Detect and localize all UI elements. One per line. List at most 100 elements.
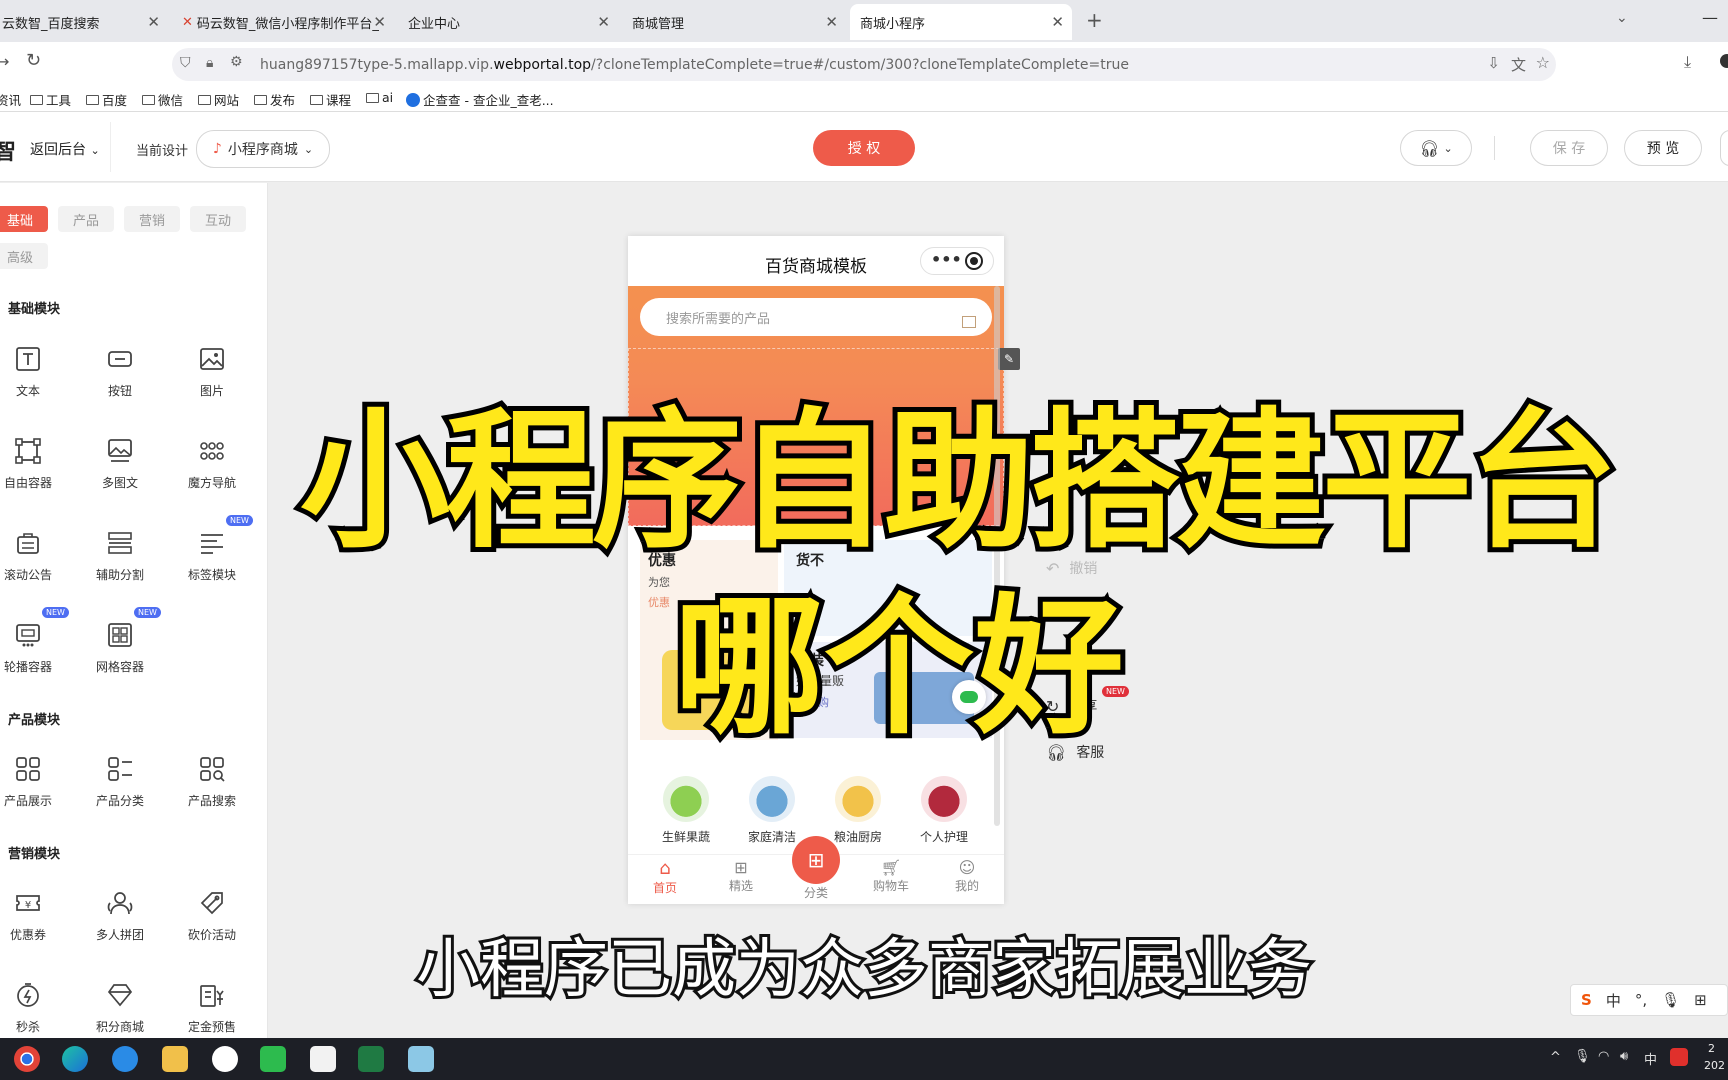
app-icon[interactable] [310, 1046, 336, 1072]
category-item[interactable]: 生鲜果蔬 [646, 776, 726, 845]
browser-tab[interactable]: 企业中心 ✕ [398, 4, 618, 40]
vegetable-icon [663, 776, 709, 822]
close-tab-icon[interactable]: ✕ [373, 13, 386, 31]
bookmark-item[interactable]: 资讯 [0, 90, 21, 109]
wechat-icon[interactable] [260, 1046, 286, 1072]
component-scroll-notice[interactable]: 滚动公告 [0, 529, 68, 583]
address-bar-row: → ↻ ⛉ 🔒︎ ⚙ huang897157type-5.mallapp.vip… [0, 42, 1728, 87]
ime-tray-indicator[interactable]: 中 [1644, 1049, 1657, 1068]
microphone-icon[interactable]: 🎙︎ [1661, 991, 1680, 1009]
component-product-display[interactable]: 产品展示 [0, 755, 68, 809]
customer-service-dropdown[interactable]: 🎧︎ ⌄ [1400, 130, 1472, 166]
more-dots-icon[interactable]: ••• [931, 250, 962, 269]
more-button[interactable] [1720, 130, 1728, 166]
bookmark-folder[interactable]: ai [366, 90, 393, 105]
reload-icon[interactable]: ↻ [26, 50, 41, 71]
url-field[interactable]: ⛉ 🔒︎ ⚙ huang897157type-5.mallapp.vip. web… [172, 48, 1556, 81]
component-product-category[interactable]: 产品分类 [80, 755, 160, 809]
bookmark-folder[interactable]: 微信 [142, 90, 183, 109]
close-tab-icon[interactable]: ✕ [147, 13, 160, 31]
bookmark-folder[interactable]: 工具 [30, 90, 71, 109]
excel-icon[interactable] [358, 1046, 384, 1072]
tab-home[interactable]: ⌂ 首页 [628, 858, 702, 896]
bookmark-folder[interactable]: 百度 [86, 90, 127, 109]
tab-featured[interactable]: ⊞ 精选 [704, 858, 778, 894]
profile-icon[interactable] [1720, 54, 1728, 68]
wifi-icon[interactable]: ◠ [1598, 1049, 1609, 1064]
tab-category[interactable]: 分类 [779, 884, 853, 901]
browser-tab[interactable]: 云数智_百度搜索 ✕ [0, 4, 168, 40]
chevron-down-icon[interactable]: ⌄ [1616, 10, 1628, 26]
ime-toolbar[interactable]: S 中 °, 🎙︎ ⊞ [1570, 984, 1728, 1016]
category-item[interactable]: 粮油厨房 [818, 776, 898, 845]
close-miniprogram-icon[interactable] [965, 252, 983, 270]
forward-icon[interactable]: → [0, 52, 9, 71]
search-input[interactable]: 搜索所需要的产品 [640, 298, 992, 336]
notice-icon [17, 533, 39, 554]
tab-cart[interactable]: 🛒︎ 购物车 [854, 858, 928, 894]
browser-tab[interactable]: 商城管理 ✕ [622, 4, 846, 40]
keyboard-grid-icon[interactable]: ⊞ [1694, 991, 1707, 1009]
tab-marketing[interactable]: 营销 [124, 206, 180, 232]
chrome-icon[interactable] [14, 1046, 40, 1072]
component-magic-nav[interactable]: 魔方导航 [172, 437, 252, 491]
component-text[interactable]: 文本 [0, 345, 68, 399]
authorize-button[interactable]: 授 权 [813, 130, 915, 166]
sogou-browser-icon[interactable] [112, 1046, 138, 1072]
bookmark-folder[interactable]: 课程 [310, 90, 351, 109]
product-grid-icon [16, 757, 40, 781]
component-button[interactable]: 按钮 [80, 345, 160, 399]
browser-tab[interactable]: ✕ 码云数智_微信小程序制作平台_ ✕ [172, 4, 394, 40]
design-select[interactable]: ♪ 小程序商城 ⌄ [196, 130, 330, 168]
volume-icon[interactable]: 🔊︎ [1620, 1049, 1628, 1064]
bookmark-star-icon[interactable]: ☆ [1536, 53, 1550, 72]
punctuation-icon[interactable]: °, [1635, 991, 1647, 1009]
component-multi-image[interactable]: 多图文 [80, 437, 160, 491]
download-icon[interactable]: ⤓ [1684, 52, 1691, 72]
qq-icon[interactable] [212, 1046, 238, 1072]
close-tab-icon[interactable]: ✕ [1051, 13, 1064, 31]
translate-icon[interactable]: 文 [1511, 54, 1526, 75]
install-app-icon[interactable]: ⇩ [1487, 54, 1500, 72]
close-tab-icon[interactable]: ✕ [597, 13, 610, 31]
tray-mic-icon[interactable]: 🎙︎ [1574, 1049, 1591, 1064]
bookmark-folder[interactable]: 网站 [198, 90, 239, 109]
category-fab-icon[interactable]: ⊞ [792, 836, 840, 884]
minimize-icon[interactable]: — [1702, 8, 1718, 27]
tab-basic[interactable]: 基础 [0, 206, 48, 232]
preview-button[interactable]: 预 览 [1624, 130, 1702, 166]
gift-icon: ⊞ [734, 858, 748, 877]
scan-icon[interactable] [962, 316, 976, 328]
category-item[interactable]: 个人护理 [904, 776, 984, 845]
tab-mine[interactable]: ☺ 我的 [930, 858, 1004, 894]
new-tab-icon[interactable]: + [1086, 8, 1103, 32]
lock-icon: 🔒︎ [206, 55, 214, 71]
divider [1494, 136, 1495, 160]
multi-image-icon [108, 439, 132, 462]
tab-interaction[interactable]: 互动 [190, 206, 246, 232]
capsule-button[interactable]: ••• [920, 247, 994, 275]
sogou-tray-icon[interactable] [1670, 1048, 1688, 1066]
site-settings-icon[interactable]: ⚙ [230, 54, 243, 70]
notes-icon[interactable] [408, 1046, 434, 1072]
tab-product[interactable]: 产品 [58, 206, 114, 232]
bookmark-item[interactable]: 企查查 - 查企业_查老... [406, 90, 554, 109]
component-image[interactable]: 图片 [172, 345, 252, 399]
browser-tab-bar: 云数智_百度搜索 ✕ ✕ 码云数智_微信小程序制作平台_ ✕ 企业中心 ✕ 商城… [0, 0, 1728, 42]
edge-icon[interactable] [62, 1046, 88, 1072]
back-to-admin-button[interactable]: 返回后台 ⌄ [30, 139, 100, 159]
component-carousel[interactable]: 轮播容器 [0, 621, 68, 675]
category-item[interactable]: 家庭清洁 [732, 776, 812, 845]
component-free-container[interactable]: 自由容器 [0, 437, 68, 491]
bookmark-folder[interactable]: 发布 [254, 90, 295, 109]
tray-chevron-icon[interactable]: ^ [1550, 1050, 1561, 1065]
component-product-search[interactable]: 产品搜索 [172, 755, 252, 809]
tab-advanced[interactable]: 高级 [0, 243, 48, 269]
file-explorer-icon[interactable] [162, 1046, 188, 1072]
component-tag-module[interactable]: 标签模块 [172, 529, 252, 583]
save-button[interactable]: 保 存 [1530, 130, 1608, 166]
close-tab-icon[interactable]: ✕ [825, 13, 838, 31]
component-divider[interactable]: 辅助分割 [80, 529, 160, 583]
browser-tab-active[interactable]: 商城小程序 ✕ [850, 4, 1072, 40]
component-grid-container[interactable]: 网格容器 [80, 621, 160, 675]
